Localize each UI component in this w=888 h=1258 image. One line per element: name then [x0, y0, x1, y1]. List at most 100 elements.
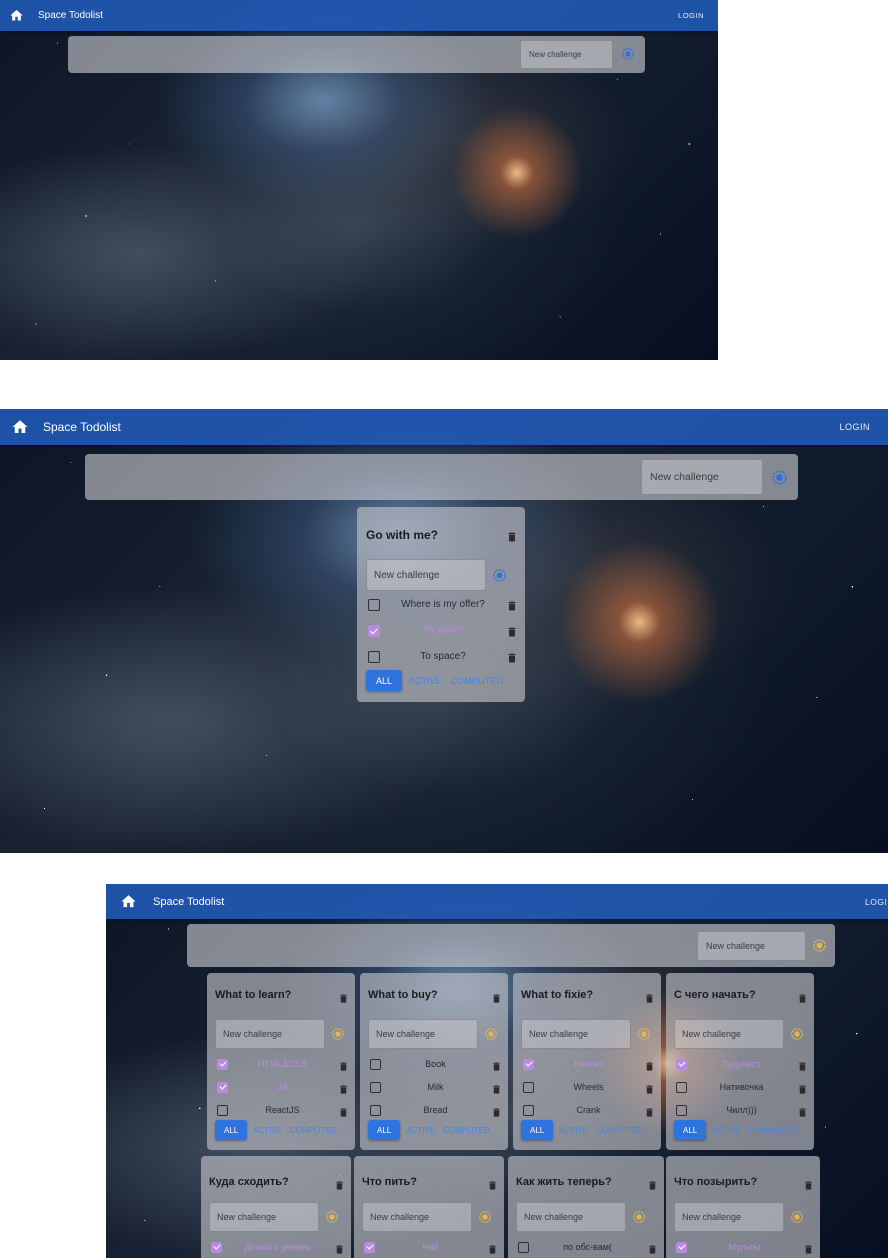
home-icon[interactable] — [120, 893, 137, 910]
delete-task-trash-icon[interactable] — [334, 1242, 345, 1258]
filter-all-button[interactable]: ALL — [215, 1120, 248, 1140]
new-task-input[interactable]: New challenge — [368, 1019, 478, 1049]
task-checkbox[interactable] — [676, 1104, 687, 1116]
filter-complited-button[interactable]: COMPLITED — [441, 1120, 492, 1140]
delete-task-trash-icon[interactable] — [506, 651, 518, 669]
add-task-icon[interactable] — [790, 1027, 804, 1046]
delete-task-trash-icon[interactable] — [647, 1242, 658, 1258]
delete-task-trash-icon[interactable] — [797, 1105, 808, 1123]
new-task-input[interactable]: New challenge — [516, 1202, 626, 1232]
task-checkbox[interactable] — [368, 599, 380, 611]
delete-task-trash-icon[interactable] — [797, 1082, 808, 1100]
add-task-icon[interactable] — [478, 1210, 492, 1229]
delete-task-trash-icon[interactable] — [644, 1105, 655, 1123]
delete-task-trash-icon[interactable] — [487, 1242, 498, 1258]
task-checkbox[interactable] — [370, 1058, 381, 1070]
new-task-input[interactable]: New challenge — [209, 1202, 319, 1232]
task-checkbox[interactable] — [523, 1058, 534, 1070]
delete-todolist-trash-icon[interactable] — [803, 1178, 814, 1196]
delete-todolist-trash-icon[interactable] — [491, 991, 502, 1009]
login-button[interactable]: LOGIN — [839, 422, 870, 432]
delete-task-trash-icon[interactable] — [797, 1059, 808, 1077]
new-task-input[interactable]: New challenge — [674, 1019, 784, 1049]
new-todolist-input[interactable]: New challenge — [641, 459, 763, 495]
login-button[interactable]: LOGIN — [865, 897, 888, 907]
delete-task-trash-icon[interactable] — [491, 1105, 502, 1123]
new-task-input[interactable]: New challenge — [362, 1202, 472, 1232]
delete-task-trash-icon[interactable] — [338, 1059, 349, 1077]
task-checkbox[interactable] — [368, 625, 380, 637]
login-button[interactable]: LOGIN — [678, 11, 704, 20]
filter-complited-button[interactable]: COMPLITED — [594, 1120, 645, 1140]
delete-task-trash-icon[interactable] — [338, 1105, 349, 1123]
delete-todolist-trash-icon[interactable] — [797, 991, 808, 1009]
filter-all-button[interactable]: ALL — [521, 1120, 554, 1140]
task-checkbox[interactable] — [523, 1104, 534, 1116]
add-task-icon[interactable] — [632, 1210, 646, 1229]
home-icon[interactable] — [11, 418, 29, 436]
new-task-placeholder: New challenge — [374, 569, 440, 581]
filter-all-button[interactable]: ALL — [366, 670, 403, 691]
add-task-icon[interactable] — [790, 1210, 804, 1229]
new-task-input[interactable]: New challenge — [521, 1019, 631, 1049]
delete-todolist-trash-icon[interactable] — [334, 1178, 345, 1196]
filter-buttons: ALL ACTIVE COMPLITED — [674, 1120, 798, 1140]
delete-todolist-trash-icon[interactable] — [487, 1178, 498, 1196]
task-label: Milk — [427, 1082, 444, 1092]
filter-active-button[interactable]: ACTIVE — [251, 1120, 284, 1140]
new-todolist-input[interactable]: New challenge — [697, 931, 806, 961]
filter-active-button[interactable]: ACTIVE — [407, 670, 444, 691]
add-circle-icon[interactable] — [621, 47, 635, 66]
task-checkbox[interactable] — [368, 651, 380, 663]
new-task-placeholder: New challenge — [223, 1029, 283, 1039]
filter-active-button[interactable]: ACTIVE — [710, 1120, 743, 1140]
filter-active-button[interactable]: ACTIVE — [557, 1120, 590, 1140]
task-checkbox[interactable] — [370, 1081, 381, 1093]
delete-task-trash-icon[interactable] — [803, 1242, 814, 1258]
delete-task-trash-icon[interactable] — [506, 625, 518, 643]
new-task-input[interactable]: New challenge — [674, 1202, 784, 1232]
filter-buttons: ALL ACTIVE COMPLITED — [521, 1120, 645, 1140]
delete-task-trash-icon[interactable] — [491, 1082, 502, 1100]
delete-todolist-trash-icon[interactable] — [647, 1178, 658, 1196]
add-task-icon[interactable] — [331, 1027, 345, 1046]
task-checkbox[interactable] — [676, 1241, 687, 1253]
task-checkbox[interactable] — [523, 1081, 534, 1093]
add-task-icon[interactable] — [325, 1210, 339, 1229]
task-label: JS — [277, 1082, 288, 1092]
add-task-icon[interactable] — [484, 1027, 498, 1046]
delete-task-trash-icon[interactable] — [338, 1082, 349, 1100]
home-icon[interactable] — [9, 8, 24, 23]
filter-complited-button[interactable]: COMPLITED — [449, 670, 506, 691]
task-checkbox[interactable] — [370, 1104, 381, 1116]
filter-complited-button[interactable]: COMPLITED — [288, 1120, 339, 1140]
task-checkbox[interactable] — [217, 1058, 228, 1070]
delete-todolist-trash-icon[interactable] — [506, 530, 518, 548]
task-checkbox[interactable] — [217, 1104, 228, 1116]
task-checkbox[interactable] — [518, 1241, 529, 1253]
app-bar: Space Todolist LOGIN — [106, 884, 888, 919]
delete-todolist-trash-icon[interactable] — [644, 991, 655, 1009]
delete-task-trash-icon[interactable] — [644, 1082, 655, 1100]
task-checkbox[interactable] — [676, 1081, 687, 1093]
task-checkbox[interactable] — [364, 1241, 375, 1253]
delete-todolist-trash-icon[interactable] — [338, 991, 349, 1009]
new-task-input[interactable]: New challenge — [366, 559, 486, 591]
task-checkbox[interactable] — [676, 1058, 687, 1070]
delete-task-trash-icon[interactable] — [644, 1059, 655, 1077]
new-todolist-input[interactable]: New challenge — [520, 40, 613, 69]
add-circle-icon[interactable] — [771, 469, 788, 491]
filter-buttons: ALL ACTIVE COMPLITED — [366, 670, 505, 691]
filter-complited-button[interactable]: COMPLITED — [747, 1120, 798, 1140]
task-checkbox[interactable] — [211, 1241, 222, 1253]
delete-task-trash-icon[interactable] — [491, 1059, 502, 1077]
filter-active-button[interactable]: ACTIVE — [404, 1120, 437, 1140]
filter-all-button[interactable]: ALL — [368, 1120, 401, 1140]
new-task-input[interactable]: New challenge — [215, 1019, 325, 1049]
delete-task-trash-icon[interactable] — [506, 599, 518, 617]
task-checkbox[interactable] — [217, 1081, 228, 1093]
add-task-icon[interactable] — [492, 568, 507, 588]
add-circle-icon[interactable] — [812, 938, 827, 958]
add-task-icon[interactable] — [637, 1027, 651, 1046]
filter-all-button[interactable]: ALL — [674, 1120, 707, 1140]
